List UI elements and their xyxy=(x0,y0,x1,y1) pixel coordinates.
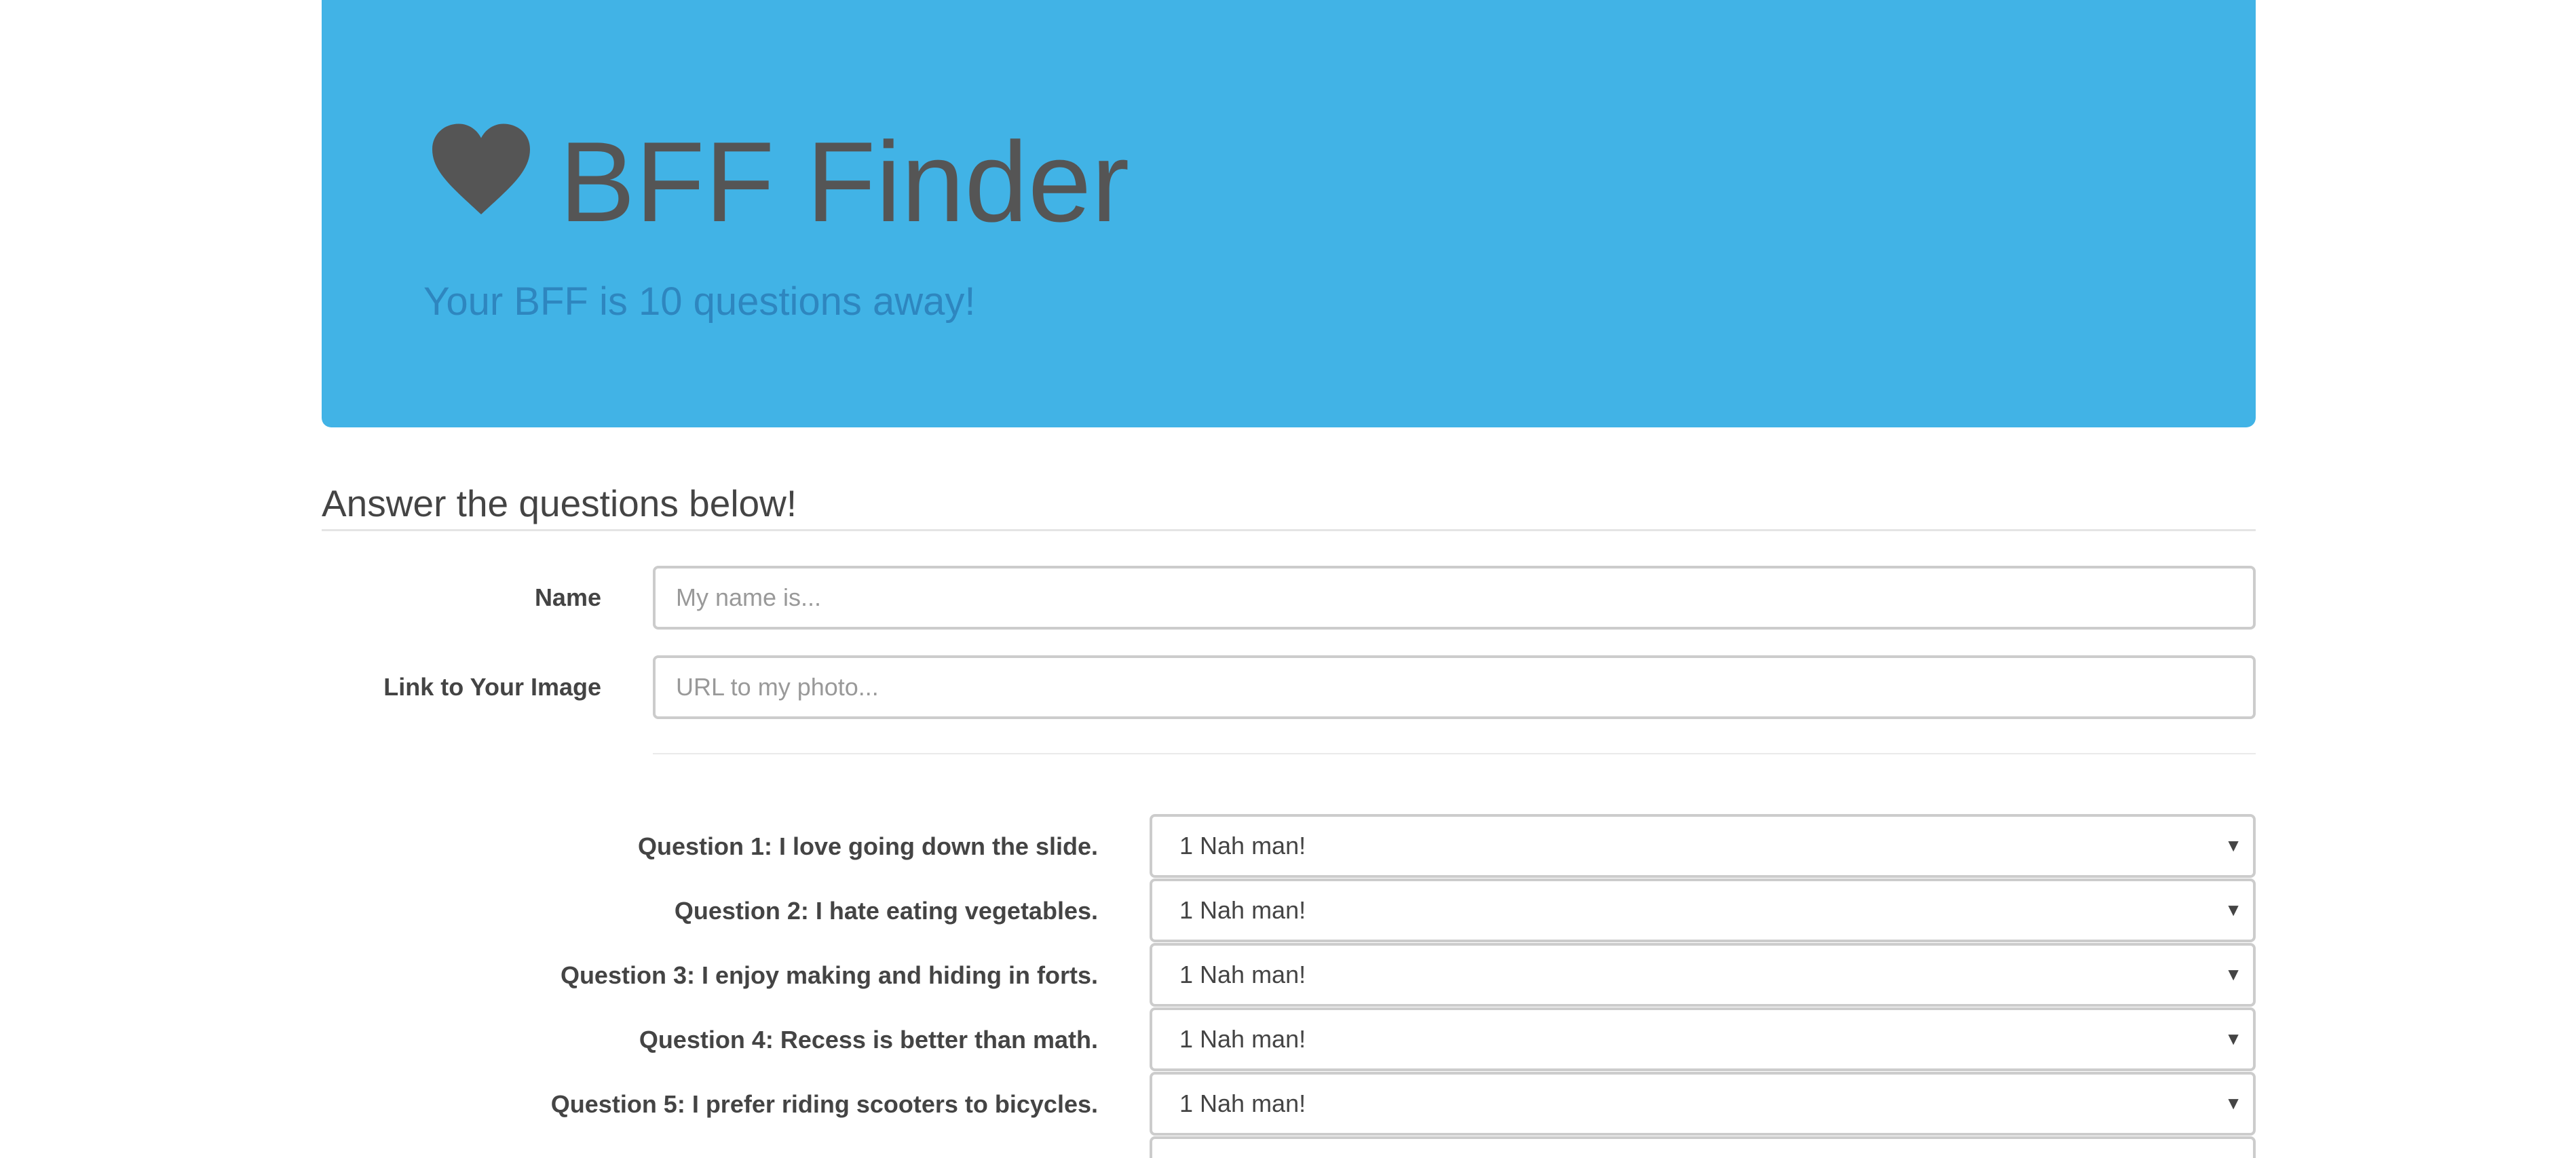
select-value: 1 Nah man! xyxy=(1179,896,1306,924)
name-input[interactable] xyxy=(653,566,2256,630)
page-title: BFF Finder xyxy=(559,118,1130,246)
question-3-select[interactable]: 1 Nah man! ▼ xyxy=(1150,943,2256,1007)
question-2-label: Question 2: I hate eating vegetables. xyxy=(674,897,1098,925)
question-5-label: Question 5: I prefer riding scooters to … xyxy=(550,1090,1098,1118)
section-title: Answer the questions below! xyxy=(322,482,797,524)
select-value: 1 Nah man! xyxy=(1179,1025,1306,1053)
question-1-select[interactable]: 1 Nah man! ▼ xyxy=(1150,814,2256,878)
question-4-label: Question 4: Recess is better than math. xyxy=(639,1026,1098,1054)
heart-icon xyxy=(432,123,530,214)
caret-down-icon: ▼ xyxy=(2224,1028,2242,1049)
question-1-label: Question 1: I love going down the slide. xyxy=(637,832,1098,860)
question-3-label: Question 3: I enjoy making and hiding in… xyxy=(560,961,1098,989)
select-value: 1 Nah man! xyxy=(1179,832,1306,860)
section-divider xyxy=(322,529,2256,531)
question-5-select[interactable]: 1 Nah man! ▼ xyxy=(1150,1072,2256,1136)
header-banner: BFF Finder Your BFF is 10 questions away… xyxy=(322,0,2256,427)
select-value: 1 Nah man! xyxy=(1179,961,1306,988)
form-divider xyxy=(653,753,2256,754)
question-6-select[interactable] xyxy=(1150,1136,2256,1158)
page-subtitle: Your BFF is 10 questions away! xyxy=(423,279,976,324)
caret-down-icon: ▼ xyxy=(2224,1093,2242,1113)
caret-down-icon: ▼ xyxy=(2224,964,2242,984)
image-link-label: Link to Your Image xyxy=(383,673,601,701)
name-label: Name xyxy=(534,583,601,611)
question-2-select[interactable]: 1 Nah man! ▼ xyxy=(1150,879,2256,942)
question-4-select[interactable]: 1 Nah man! ▼ xyxy=(1150,1007,2256,1071)
caret-down-icon: ▼ xyxy=(2224,900,2242,920)
image-link-input[interactable] xyxy=(653,655,2256,719)
caret-down-icon: ▼ xyxy=(2224,835,2242,855)
select-value: 1 Nah man! xyxy=(1179,1089,1306,1117)
